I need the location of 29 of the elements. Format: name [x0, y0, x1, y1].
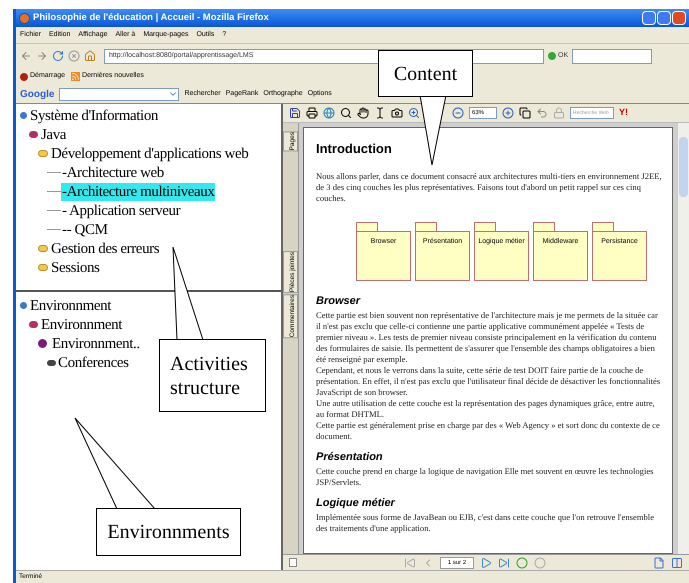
tree-item[interactable]: - Application serveur	[61, 202, 182, 220]
window-title: Philosophie de l'éducation | Accueil - Mozilla Firefox	[33, 10, 269, 25]
section-heading: Introduction	[316, 142, 393, 155]
paragraph: Nous allons parler, dans ce document consacré aux architectures multi-tiers en environnement J2EE, de 3 des cinq couches les plus représentatives. Faisons tout d'abord un petit rappel sur ces cinq couches.	[316, 171, 662, 204]
tree-item[interactable]: Sessions	[50, 258, 100, 276]
paragraph: Cette couche prend en charge la logique de navigation Elle met souvent en œuvre les technologies JSP/Servlets.	[316, 466, 655, 488]
callout-tooltip: Environnments	[96, 508, 241, 556]
tree-item[interactable]: Système d'Information	[29, 106, 160, 124]
tree-item[interactable]: Environnment	[29, 296, 112, 314]
tree-item[interactable]: Conferences	[57, 354, 130, 372]
tree-item[interactable]: Environnment..	[51, 334, 141, 352]
tree-item[interactable]: Environnment	[40, 316, 124, 334]
tree-item[interactable]: Développement d'applications web	[50, 144, 250, 162]
tree-item[interactable]: -Architecture web	[61, 164, 165, 182]
paragraph: Implémentée sous forme de JavaBean ou EJB, c'est dans cette couche que l'on retrouve l'ensemble des traitements d'une application.	[316, 512, 656, 534]
callout-tooltip: Activities structure	[159, 339, 266, 412]
tree-item[interactable]: -- QCM	[61, 220, 109, 238]
section-heading: Présentation	[316, 451, 384, 464]
paragraph: Une autre utilisation de cette couche est la représentation des pages dynamiques grâce, entre autre, au format DHTML.	[316, 398, 656, 420]
paragraph: Cependant, et nous le verrons dans la suite, cette série de test DOIT faire partie de la couche de présentation. En effet, il n'est pas exclu que l'utilisateur final décide de désactiver les fonctionnalités JavaScript de son browser.	[316, 365, 662, 398]
google-logo[interactable]: Google	[20, 86, 54, 102]
tree-item[interactable]: Gestion des erreurs	[50, 240, 160, 258]
tree-item[interactable]: -Architecture multiniveaux	[61, 182, 216, 200]
paragraph: Cette partie est bien souvent non représentative de l'architecture mais je me permets de la située car il n'est pas exclu que celle-ci contienne une partie applicative communément appelée « Tests de premier niveau ». Les tests de premier niveau consiste principalement en la vérification du contenu des formulaires de saisie. Ils permettent de s'assurer que l'ensemble des champs obligatoires a bien été renseigné par exemple.	[316, 310, 659, 365]
section-heading: Logique métier	[316, 497, 396, 510]
search-logo[interactable]: Y!	[619, 106, 628, 120]
paragraph: Cette partie est généralement prise en charge par des « Web Agency » et sort donc du contexte de ce document.	[316, 420, 661, 442]
tree-item[interactable]: Java	[40, 126, 68, 144]
section-heading: Browser	[316, 295, 362, 308]
